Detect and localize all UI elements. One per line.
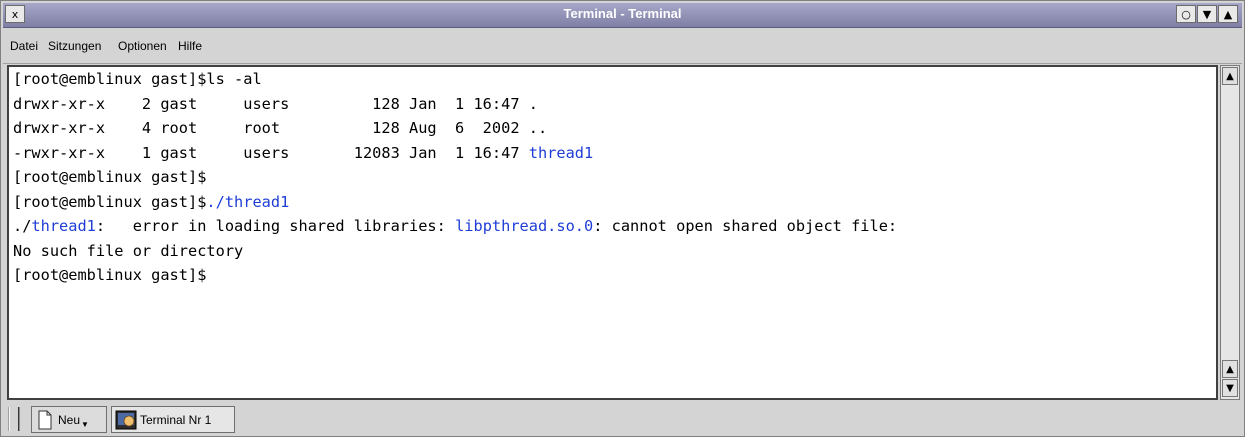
scroll-up-button[interactable]: ▲ [1222, 67, 1238, 85]
menu-datei[interactable]: Datei [10, 39, 38, 53]
scroll-up-button-lower[interactable]: ▲ [1222, 360, 1238, 378]
terminal-line: -rwxr-xr-x 1 gast users 12083 Jan 1 16:4… [13, 141, 897, 166]
terminal-line: [root@emblinux gast]$./thread1 [13, 190, 897, 215]
terminal-text-segment: thread1 [528, 143, 594, 162]
terminal-text-segment: [root@emblinux gast]$ [13, 266, 207, 284]
terminal-line: drwxr-xr-x 4 root root 128 Aug 6 2002 .. [13, 116, 897, 141]
menu-bar: Datei Sitzungen Optionen Hilfe [3, 29, 1242, 64]
circle-icon: ○ [1181, 7, 1191, 21]
session-tab-label: Terminal Nr 1 [140, 412, 212, 427]
sticky-button[interactable]: ○ [1176, 5, 1196, 23]
arrow-down-icon: ▼ [1202, 7, 1212, 21]
window-title: Terminal - Terminal [563, 6, 682, 21]
terminal-text-segment: thread1 [31, 217, 96, 235]
terminal-line: [root@emblinux gast]$ [13, 165, 897, 190]
terminal-icon [115, 410, 137, 429]
terminal-text-segment: : cannot open shared object file: [593, 217, 898, 235]
terminal-text: [root@emblinux gast]$ls -al drwxr-xr-x 2 … [13, 67, 897, 288]
terminal-text-segment: [root@emblinux gast]$ [13, 192, 207, 211]
session-tab-bar: Neu ▼ Terminal Nr 1 [3, 403, 1242, 435]
terminal-window: x Terminal - Terminal ○ ▼ ▲ Datei Sitzun… [0, 0, 1245, 437]
terminal-text-segment: ./thread1 [206, 192, 290, 211]
terminal-text-segment: : error in loading shared libraries: [95, 217, 456, 235]
shade-button[interactable]: ▼ [1197, 5, 1217, 23]
terminal-text-segment: [root@emblinux gast]$ [13, 168, 207, 186]
terminal-line: [root@emblinux gast]$ls -al [13, 67, 897, 92]
menu-optionen[interactable]: Optionen [118, 39, 167, 53]
tab-terminal-nr-1[interactable]: Terminal Nr 1 [111, 406, 235, 433]
terminal-text-segment: libpthread.so.0 [455, 217, 594, 235]
terminal-output[interactable]: [root@emblinux gast]$ls -al drwxr-xr-x 2 … [7, 65, 1218, 400]
maximize-button[interactable]: ▲ [1218, 5, 1238, 23]
terminal-text-segment: drwxr-xr-x 4 root root 128 Aug 6 2002 .. [13, 119, 548, 137]
new-session-label: Neu [58, 412, 81, 427]
terminal-line: [root@emblinux gast]$ [13, 263, 897, 288]
menu-hilfe[interactable]: Hilfe [178, 39, 202, 53]
terminal-text-segment: drwxr-xr-x 2 gast users 128 Jan 1 16:47 … [13, 94, 538, 113]
arrow-down-icon: ▼ [1226, 382, 1234, 394]
scroll-down-button[interactable]: ▼ [1222, 379, 1238, 397]
terminal-text-segment: [root@emblinux gast]$ls -al [13, 70, 262, 88]
dropdown-icon: ▼ [81, 420, 89, 429]
menu-sitzungen[interactable]: Sitzungen [48, 39, 101, 53]
new-document-icon [38, 410, 52, 429]
terminal-line: drwxr-xr-x 2 gast users 128 Jan 1 16:47 … [13, 92, 897, 117]
vertical-scrollbar[interactable]: ▲ ▲ ▼ [1220, 65, 1240, 400]
terminal-text-segment: No such file or directory [13, 241, 244, 260]
terminal-line: No such file or directory [13, 239, 897, 264]
title-bar[interactable]: x Terminal - Terminal ○ ▼ ▲ [3, 3, 1242, 28]
arrow-up-icon: ▲ [1226, 70, 1234, 82]
terminal-text-segment: ./ [13, 217, 32, 235]
arrow-up-icon: ▲ [1226, 363, 1234, 375]
terminal-text-segment: -rwxr-xr-x 1 gast users 12083 Jan 1 16:4… [13, 143, 529, 162]
arrow-up-icon: ▲ [1223, 7, 1233, 21]
new-session-button[interactable]: Neu ▼ [31, 406, 107, 433]
terminal-line: ./thread1: error in loading shared libra… [13, 214, 897, 239]
drag-handle[interactable] [8, 407, 20, 431]
